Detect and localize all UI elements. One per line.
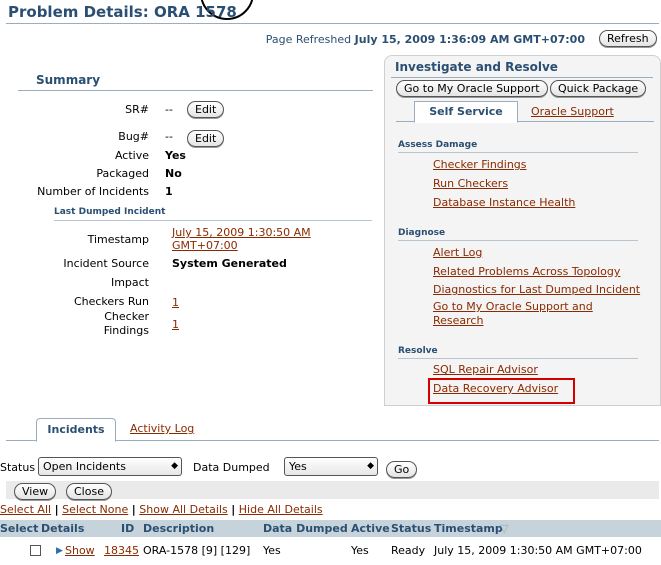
title-divider [6,23,659,24]
row-data-dumped: Yes [263,544,281,557]
data-dumped-filter-label: Data Dumped [193,461,270,474]
resolve-heading: Resolve [398,346,438,356]
last-dumped-heading: Last Dumped Incident [54,207,166,217]
row-status: Ready [391,544,426,557]
col-select: Select [0,522,39,535]
quick-package-button[interactable]: Quick Package [550,80,647,97]
refresh-button[interactable]: Refresh [599,30,657,47]
checker-findings-label-2: Findings [103,324,149,337]
active-label: Active [114,149,149,162]
packaged-value: No [165,167,182,180]
diagnose-divider [398,240,638,241]
row-active: Yes [351,544,369,557]
alert-log-link[interactable]: Alert Log [433,246,482,259]
database-instance-health-link[interactable]: Database Instance Health [433,196,575,209]
assess-damage-heading: Assess Damage [398,140,478,150]
incidents-count-value: 1 [165,185,173,198]
page-title: Problem Details: ORA 1578 [8,3,237,21]
status-filter-label: Status [0,461,36,474]
tab-activity-log[interactable]: Activity Log [130,422,194,435]
assess-damage-divider [398,152,638,153]
checker-findings-label: Checker Findings [104,310,149,338]
status-select-value: Open Incidents [43,460,126,473]
go-to-mos-research-line2: Research [433,314,484,327]
tab-incidents[interactable]: Incidents [36,418,116,442]
go-to-mos-research-link[interactable]: Go to My Oracle Support and Research [433,300,593,328]
row-id-link[interactable]: 18345 [104,544,139,557]
row-show-link[interactable]: Show [65,544,95,557]
row-timestamp: July 15, 2009 1:30:50 AM GMT+07:00 [434,544,642,557]
select-none-link[interactable]: Select None [62,503,128,516]
data-dumped-select[interactable]: Yes ◆ [284,457,378,476]
edit-sr-button[interactable]: Edit [187,101,225,118]
col-description[interactable]: Description [143,522,214,535]
checker-findings-link[interactable]: 1 [172,318,179,331]
tab-self-service[interactable]: Self Service [414,101,518,123]
timestamp-line2: GMT+07:00 [172,239,238,252]
go-to-mos-research-line1: Go to My Oracle Support and [433,300,593,313]
investigate-title: Investigate and Resolve [395,60,558,74]
bug-value: -- [165,130,173,143]
last-dumped-divider [54,220,372,221]
col-data-dumped[interactable]: Data Dumped [263,522,348,535]
col-details: Details [41,522,85,535]
separator: | [131,503,136,516]
go-to-my-oracle-support-button[interactable]: Go to My Oracle Support [396,80,548,97]
close-button[interactable]: Close [66,483,112,500]
sql-repair-advisor-link[interactable]: SQL Repair Advisor [433,363,538,376]
col-active[interactable]: Active [351,522,390,535]
view-menu-button[interactable]: View [14,483,57,500]
data-dumped-select-value: Yes [289,460,307,473]
page-refreshed-info: Page Refreshed July 15, 2009 1:36:09 AM … [266,33,585,46]
row-description: ORA-1578 [9] [129] [143,544,251,557]
checkers-run-link[interactable]: 1 [172,296,179,309]
data-dumped-select-arrow-icon: ◆ [367,461,374,471]
separator: | [231,503,236,516]
status-select-arrow-icon: ◆ [171,461,178,471]
sr-value: -- [165,103,173,116]
show-all-details-link[interactable]: Show All Details [139,503,227,516]
incidents-count-label: Number of Incidents [37,185,149,198]
run-checkers-link[interactable]: Run Checkers [433,177,508,190]
timestamp-line1: July 15, 2009 1:30:50 AM [172,226,311,239]
summary-divider [18,90,373,91]
timestamp-label: Timestamp [87,233,149,246]
row-select-checkbox[interactable] [30,545,41,556]
refreshed-time: July 15, 2009 1:36:09 AM GMT+07:00 [354,33,585,46]
investigate-divider [391,77,653,78]
refreshed-label: Page Refreshed [265,33,352,46]
checkers-run-label: Checkers Run [73,295,149,308]
packaged-label: Packaged [96,167,149,180]
resolve-divider [398,358,638,359]
selection-links: Select All | Select None | Show All Deta… [0,503,323,516]
incident-source-label: Incident Source [63,257,149,270]
status-select[interactable]: Open Incidents ◆ [38,457,182,476]
col-id[interactable]: ID [121,522,134,535]
select-all-link[interactable]: Select All [0,503,51,516]
timestamp-link[interactable]: July 15, 2009 1:30:50 AM GMT+07:00 [172,226,311,252]
incidents-table-header: Select Details ID Description Data Dumpe… [0,520,661,537]
related-problems-link[interactable]: Related Problems Across Topology [433,265,620,278]
diagnose-heading: Diagnose [398,228,446,238]
go-button[interactable]: Go [386,461,418,478]
data-recovery-highlight [428,378,575,404]
checker-findings-label-1: Checker [104,310,149,323]
separator: | [54,503,59,516]
hide-all-details-link[interactable]: Hide All Details [239,503,323,516]
checker-findings-panel-link[interactable]: Checker Findings [433,158,527,171]
active-value: Yes [165,149,186,162]
bug-label: Bug# [118,130,149,143]
incident-source-value: System Generated [172,257,287,270]
tab-oracle-support[interactable]: Oracle Support [531,105,614,118]
sr-label: SR# [125,103,149,116]
sort-desc-icon[interactable]: ▽ [500,522,508,535]
col-status[interactable]: Status [391,522,431,535]
col-timestamp[interactable]: Timestamp [434,522,503,535]
diagnostics-last-dumped-link[interactable]: Diagnostics for Last Dumped Incident [433,283,640,296]
summary-heading: Summary [36,73,101,87]
impact-label: Impact [110,276,149,289]
edit-bug-button[interactable]: Edit [187,130,225,147]
expand-arrow-icon[interactable]: ▶ [56,546,63,556]
